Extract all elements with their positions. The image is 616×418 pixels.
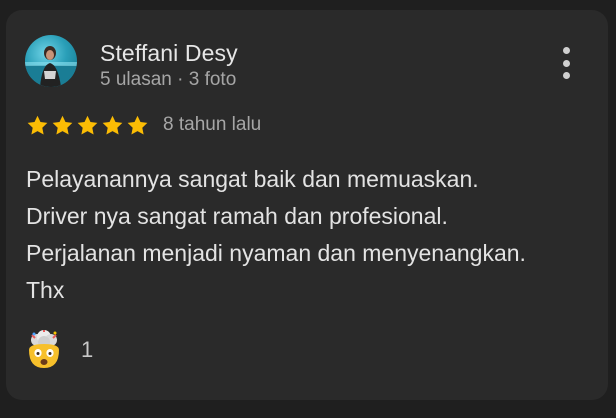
more-dot-icon	[562, 59, 570, 67]
exploding-head-emoji-icon	[29, 330, 59, 368]
avatar-photo	[25, 46, 77, 87]
stars	[26, 114, 149, 137]
star-icon	[127, 115, 148, 135]
reviewer-name[interactable]: Steffani Desy	[100, 40, 238, 67]
reviewer-avatar[interactable]	[25, 35, 77, 87]
reaction-count: 1	[81, 337, 94, 362]
star-rating: 8 tahun lalu	[26, 113, 261, 137]
more-options-button[interactable]	[554, 45, 578, 81]
review-card: Steffani Desy 5 ulasan · 3 foto 8 tahun …	[6, 10, 608, 400]
reviewer-stats[interactable]: 5 ulasan · 3 foto	[100, 69, 236, 91]
star-icon	[77, 115, 98, 135]
more-dot-icon	[562, 47, 570, 54]
more-dot-icon	[562, 72, 570, 79]
star-icon	[52, 115, 73, 135]
star-icon	[102, 115, 123, 135]
star-icon	[27, 115, 48, 135]
reaction-button[interactable]: 1	[24, 330, 93, 370]
review-text: Pelayanannya sangat baik dan memuaskan. …	[26, 166, 526, 303]
review-time: 8 tahun lalu	[163, 114, 262, 135]
